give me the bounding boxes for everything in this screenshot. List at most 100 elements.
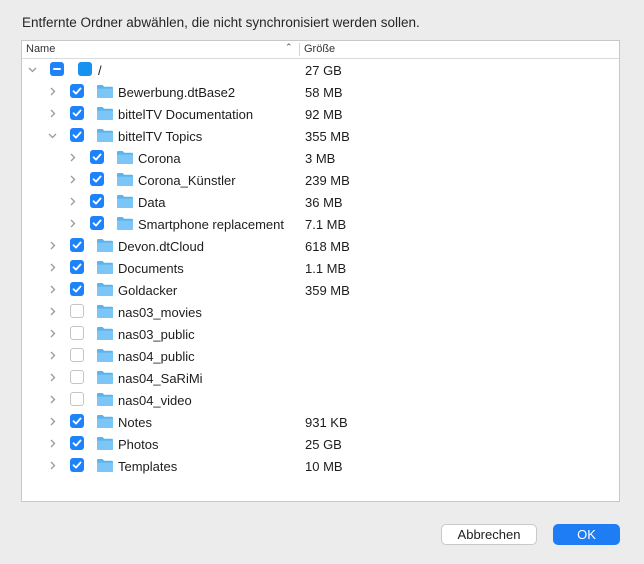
sync-checkbox[interactable] — [70, 326, 84, 340]
folder-name: Templates — [118, 459, 178, 474]
folder-name: / — [98, 63, 102, 78]
folder-icon — [96, 106, 114, 121]
folder-size: 359 MB — [305, 283, 350, 298]
tree-row[interactable]: Photos 25 GB — [22, 433, 619, 455]
chevron-right-icon[interactable] — [68, 153, 77, 162]
tree-row[interactable]: / 27 GB — [22, 59, 619, 81]
tree-row[interactable]: Templates 10 MB — [22, 455, 619, 477]
sync-checkbox[interactable] — [70, 282, 84, 296]
column-header-size[interactable]: Größe — [304, 43, 335, 55]
sync-checkbox[interactable] — [70, 392, 84, 406]
folder-size: 36 MB — [305, 195, 343, 210]
folder-icon — [116, 150, 134, 165]
sync-checkbox[interactable] — [70, 304, 84, 318]
chevron-right-icon[interactable] — [48, 241, 57, 250]
sync-checkbox[interactable] — [70, 436, 84, 450]
cancel-button[interactable]: Abbrechen — [441, 524, 537, 545]
disk-icon — [78, 62, 92, 76]
folder-size: 239 MB — [305, 173, 350, 188]
sync-checkbox[interactable] — [70, 348, 84, 362]
folder-name: Documents — [118, 261, 184, 276]
folder-name: nas04_video — [118, 393, 192, 408]
folder-icon — [96, 282, 114, 297]
chevron-down-icon[interactable] — [28, 65, 37, 74]
tree-row[interactable]: nas04_video — [22, 389, 619, 411]
tree-row[interactable]: Bewerbung.dtBase2 58 MB — [22, 81, 619, 103]
folder-icon — [96, 348, 114, 363]
chevron-right-icon[interactable] — [68, 219, 77, 228]
folder-name: nas03_public — [118, 327, 195, 342]
sync-checkbox[interactable] — [70, 238, 84, 252]
sync-checkbox[interactable] — [50, 62, 64, 76]
folder-icon — [116, 194, 134, 209]
chevron-right-icon[interactable] — [48, 439, 57, 448]
chevron-right-icon[interactable] — [48, 263, 57, 272]
sync-checkbox[interactable] — [90, 216, 104, 230]
folder-size: 92 MB — [305, 107, 343, 122]
folder-size: 355 MB — [305, 129, 350, 144]
chevron-down-icon[interactable] — [48, 131, 57, 140]
column-divider[interactable] — [299, 43, 300, 56]
tree-row[interactable]: bittelTV Documentation 92 MB — [22, 103, 619, 125]
folder-icon — [96, 304, 114, 319]
chevron-right-icon[interactable] — [48, 395, 57, 404]
folder-size: 10 MB — [305, 459, 343, 474]
folder-size: 7.1 MB — [305, 217, 347, 232]
folder-name: Corona_Künstler — [138, 173, 236, 188]
chevron-right-icon[interactable] — [68, 175, 77, 184]
sync-checkbox[interactable] — [90, 172, 104, 186]
sync-checkbox[interactable] — [70, 370, 84, 384]
chevron-right-icon[interactable] — [48, 417, 57, 426]
folder-name: Corona — [138, 151, 181, 166]
folder-icon — [96, 326, 114, 341]
tree-row[interactable]: Smartphone replacement 7.1 MB — [22, 213, 619, 235]
sync-checkbox[interactable] — [70, 84, 84, 98]
folder-name: Goldacker — [118, 283, 178, 298]
folder-icon — [96, 238, 114, 253]
chevron-right-icon[interactable] — [48, 307, 57, 316]
tree-row[interactable]: nas03_public — [22, 323, 619, 345]
tree-row[interactable]: Documents 1.1 MB — [22, 257, 619, 279]
folder-name: Data — [138, 195, 166, 210]
folder-size: 931 KB — [305, 415, 348, 430]
folder-name: Smartphone replacement — [138, 217, 284, 232]
folder-tree: / 27 GB Bewerbung.dtBase2 58 MB bittelTV Doc… — [22, 59, 619, 477]
tree-row[interactable]: nas03_movies — [22, 301, 619, 323]
chevron-right-icon[interactable] — [48, 109, 57, 118]
folder-name: Photos — [118, 437, 159, 452]
folder-icon — [96, 128, 114, 143]
column-header-name[interactable]: Name — [26, 43, 55, 55]
tree-row[interactable]: Corona_Künstler 239 MB — [22, 169, 619, 191]
sync-checkbox[interactable] — [70, 414, 84, 428]
folder-icon — [96, 458, 114, 473]
tree-row[interactable]: Data 36 MB — [22, 191, 619, 213]
sync-checkbox[interactable] — [70, 106, 84, 120]
sync-checkbox[interactable] — [70, 128, 84, 142]
chevron-right-icon[interactable] — [48, 461, 57, 470]
chevron-right-icon[interactable] — [68, 197, 77, 206]
chevron-right-icon[interactable] — [48, 351, 57, 360]
sync-checkbox[interactable] — [70, 458, 84, 472]
tree-row[interactable]: nas04_SaRiMi — [22, 367, 619, 389]
chevron-right-icon[interactable] — [48, 329, 57, 338]
ok-button[interactable]: OK — [553, 524, 620, 545]
folder-name: bittelTV Documentation — [118, 107, 254, 122]
tree-row[interactable]: Notes 931 KB — [22, 411, 619, 433]
tree-row[interactable]: Corona 3 MB — [22, 147, 619, 169]
chevron-right-icon[interactable] — [48, 373, 57, 382]
folder-icon — [116, 216, 134, 231]
sync-checkbox[interactable] — [70, 260, 84, 274]
folder-icon — [116, 172, 134, 187]
sync-checkbox[interactable] — [90, 150, 104, 164]
tree-row[interactable]: bittelTV Topics 355 MB — [22, 125, 619, 147]
sync-checkbox[interactable] — [90, 194, 104, 208]
sort-ascending-icon: ⌃ — [285, 42, 293, 52]
tree-row[interactable]: Devon.dtCloud 618 MB — [22, 235, 619, 257]
chevron-right-icon[interactable] — [48, 87, 57, 96]
folder-name: Notes — [118, 415, 152, 430]
folder-name: nas04_SaRiMi — [118, 371, 203, 386]
chevron-right-icon[interactable] — [48, 285, 57, 294]
tree-row[interactable]: nas04_public — [22, 345, 619, 367]
tree-row[interactable]: Goldacker 359 MB — [22, 279, 619, 301]
folder-name: bittelTV Topics — [118, 129, 203, 144]
